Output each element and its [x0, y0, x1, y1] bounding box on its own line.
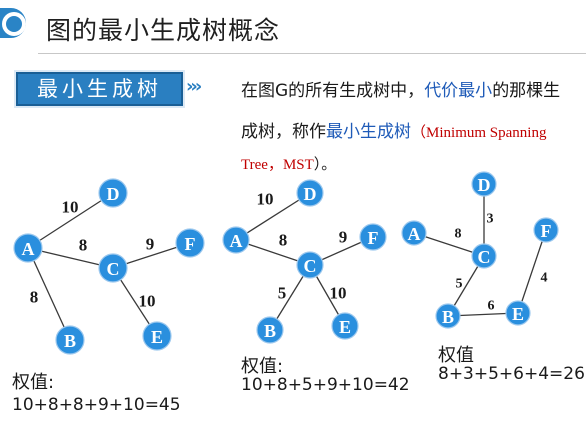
- weight-sum: 10+8+8+9+10=45: [12, 395, 181, 415]
- node-label: C: [107, 259, 120, 279]
- edge-weight-label: 8: [279, 231, 288, 250]
- node-label: F: [541, 221, 552, 241]
- node-label: A: [22, 239, 35, 259]
- edge-weight-label: 10: [257, 190, 274, 209]
- edge-weight-label: 6: [488, 299, 495, 314]
- edge-weight-label: 8: [30, 288, 39, 307]
- node-label: D: [304, 184, 317, 204]
- graph-1: 108 9108DA FCB E: [13, 178, 205, 355]
- node-label: A: [408, 224, 421, 244]
- graph-diagrams: 108 9108DA FCB E108 95 10DA FCB E83564DA FCB E: [13, 171, 559, 355]
- edge-weight-label: 5: [278, 284, 287, 303]
- weight-label: 权值:: [12, 372, 55, 393]
- node-label: E: [151, 327, 163, 347]
- node-label: B: [442, 307, 454, 327]
- edge-weight-label: 9: [339, 228, 348, 247]
- node-label: E: [512, 304, 524, 324]
- graph-2: 10 8 9 5 10 D A F C B E: [222, 179, 387, 344]
- node-label: D: [478, 175, 491, 195]
- node-label: A: [230, 231, 243, 251]
- weight-sum: 8+3+5+6+4=26: [438, 364, 585, 384]
- edge-weight-label: 10: [139, 292, 156, 311]
- slide: 图的最小生成树概念 最小生成树 ››› 在图G的所有生成树中，代价最小的那棵生 …: [0, 0, 586, 422]
- edge-weight-label: 10: [62, 198, 79, 217]
- edge-weight-label: 3: [487, 212, 494, 227]
- weight-sum: 10+8+5+9+10=42: [241, 375, 410, 395]
- edge-weight-label: 10: [330, 284, 347, 303]
- edge-weight-label: 8: [455, 227, 462, 242]
- edge-weight-label: 9: [146, 235, 155, 254]
- node-label: D: [107, 184, 120, 204]
- edge-weight-label: 8: [79, 236, 88, 255]
- node-label: B: [264, 321, 276, 341]
- node-label: C: [478, 247, 491, 267]
- node-label: E: [339, 317, 351, 337]
- edge-weight-label: 5: [456, 277, 463, 292]
- edge-weight-label: 4: [541, 271, 548, 286]
- node-label: F: [185, 234, 196, 254]
- node-label: F: [368, 228, 379, 248]
- graph-3: 8 3 5 6 4 D A F C B E: [401, 171, 559, 329]
- node-label: B: [64, 331, 76, 351]
- node-label: C: [304, 256, 317, 276]
